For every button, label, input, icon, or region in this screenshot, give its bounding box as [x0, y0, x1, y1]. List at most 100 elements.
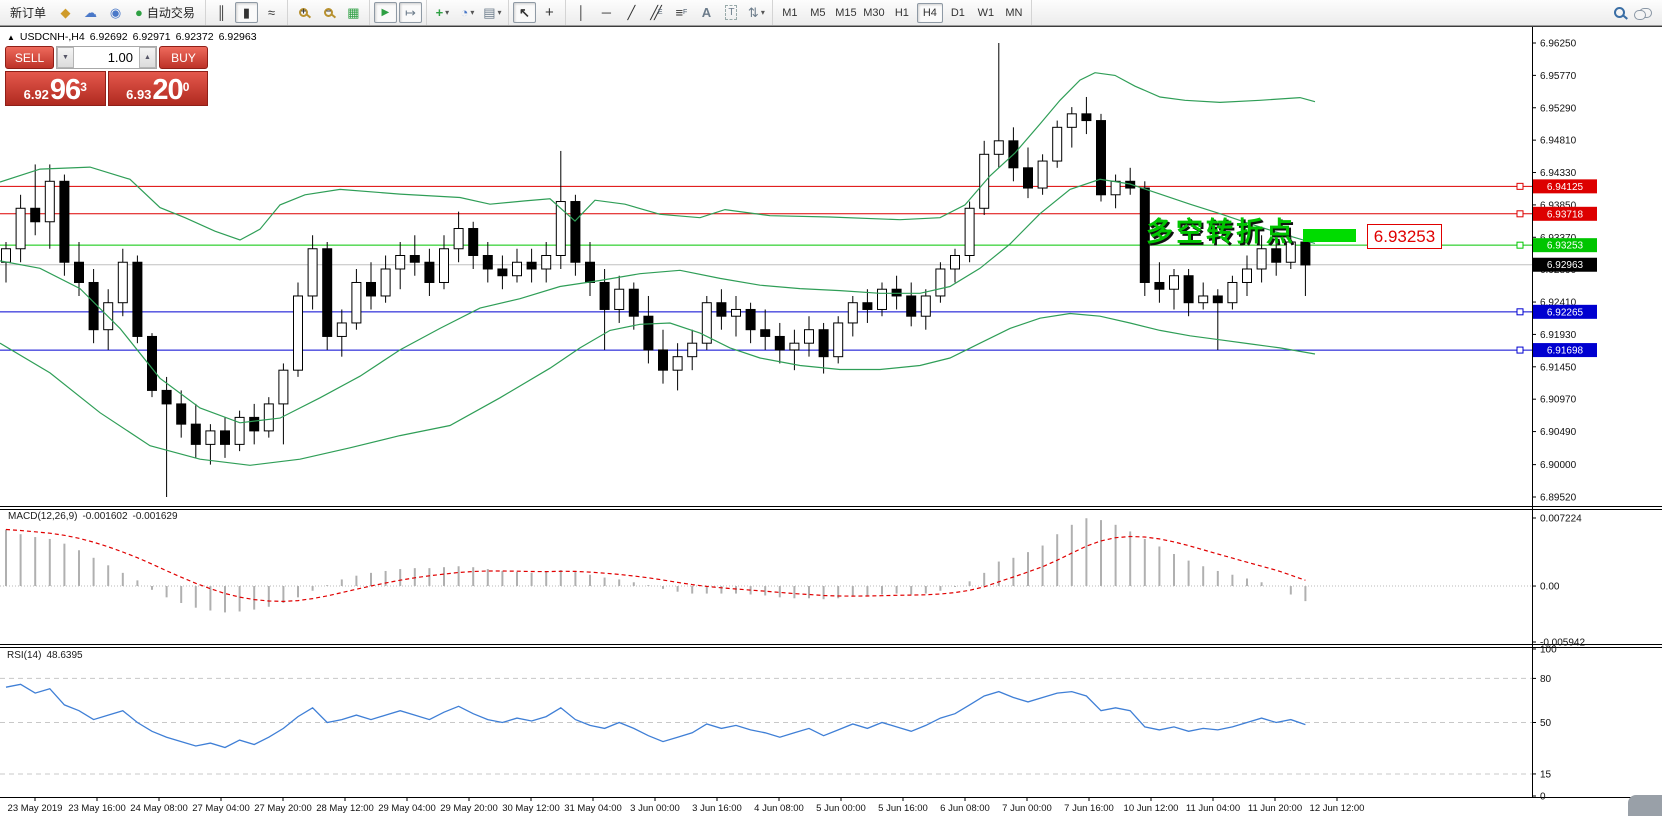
auto-trading-label: 自动交易: [147, 4, 195, 21]
mt4-window: 新订单 ◆ ☁ ◉ ● 自动交易 ║ ▮ ≈ + − ▦ ▶ ↦ +▾ ◔▾: [0, 0, 1662, 816]
toolbar-group-objects: │ ─ ╱ ╱╱E ≡F A T ⇅▾: [566, 0, 773, 25]
timeframe-M1[interactable]: M1: [777, 3, 803, 23]
volume-value[interactable]: 1.00: [74, 47, 139, 68]
ohlc-open: 6.92692: [90, 31, 128, 43]
svg-text:12 Jun 12:00: 12 Jun 12:00: [1310, 803, 1365, 814]
timeframe-D1[interactable]: D1: [945, 3, 971, 23]
trendline-icon[interactable]: ╱: [620, 2, 643, 23]
sell-price-display[interactable]: 6.92 96 3: [5, 71, 106, 106]
svg-text:23 May 2019: 23 May 2019: [8, 803, 63, 814]
tile-windows-icon[interactable]: ▦: [342, 2, 365, 23]
buy-button[interactable]: BUY: [159, 46, 208, 69]
time-axis: 23 May 201923 May 16:0024 May 08:0027 Ma…: [8, 798, 1365, 814]
one-click-trading-panel: SELL ▼ 1.00 ▲ BUY 6.92 96 3 6.93 20 0: [5, 46, 208, 106]
symbol-period: USDCNH-,H4: [20, 31, 85, 43]
zoom-in-icon[interactable]: +: [292, 2, 315, 23]
periods-icon[interactable]: ◔▾: [456, 2, 479, 23]
toolbar-group-scroll: ▶ ↦: [370, 0, 427, 25]
svg-text:3 Jun 16:00: 3 Jun 16:00: [692, 803, 742, 814]
bar-chart-icon[interactable]: ║: [210, 2, 233, 23]
svg-text:28 May 12:00: 28 May 12:00: [316, 803, 374, 814]
toolbar-group-indicators: +▾ ◔▾ ▤▾: [427, 0, 509, 25]
svg-text:31 May 04:00: 31 May 04:00: [564, 803, 622, 814]
volume-stepper: ▼ 1.00 ▲: [56, 46, 157, 69]
svg-text:6.93253: 6.93253: [1547, 241, 1584, 252]
toolbar: 新订单 ◆ ☁ ◉ ● 自动交易 ║ ▮ ≈ + − ▦ ▶ ↦ +▾ ◔▾: [0, 0, 1662, 26]
svg-text:0.007224: 0.007224: [1540, 514, 1582, 525]
svg-text:11 Jun 04:00: 11 Jun 04:00: [1186, 803, 1240, 814]
svg-text:6.90490: 6.90490: [1540, 427, 1577, 438]
svg-text:29 May 04:00: 29 May 04:00: [378, 803, 436, 814]
timeframe-W1[interactable]: W1: [973, 3, 999, 23]
svg-text:6.92963: 6.92963: [1547, 260, 1584, 271]
ohlc-high: 6.92971: [133, 31, 171, 43]
timeframe-M15[interactable]: M15: [833, 3, 859, 23]
zoom-out-icon[interactable]: −: [317, 2, 340, 23]
price-chart[interactable]: 6.962506.957706.952906.948106.943306.938…: [0, 0, 1662, 816]
timeframe-H4[interactable]: H4: [917, 3, 943, 23]
chat-icon[interactable]: [1639, 8, 1652, 18]
svg-text:0: 0: [1540, 792, 1546, 803]
svg-text:6 Jun 08:00: 6 Jun 08:00: [940, 803, 990, 814]
timeframe-H1[interactable]: H1: [889, 3, 915, 23]
channel-icon[interactable]: ╱╱E: [645, 2, 668, 23]
cursor-icon[interactable]: ↖: [513, 2, 536, 23]
fibonacci-icon[interactable]: ≡F: [670, 2, 693, 23]
annotation-price-tag[interactable]: 6.93253: [1367, 224, 1442, 249]
new-order-button[interactable]: 新订单: [4, 2, 52, 23]
label-icon[interactable]: T: [720, 2, 743, 23]
auto-scroll-icon[interactable]: ▶: [374, 2, 397, 23]
window-resize-grip[interactable]: [1628, 795, 1662, 816]
text-icon[interactable]: A: [695, 2, 718, 23]
indicators-icon[interactable]: +▾: [431, 2, 454, 23]
timeframe-MN[interactable]: MN: [1001, 3, 1027, 23]
toolbar-group-chart-type: ║ ▮ ≈: [206, 0, 288, 25]
svg-text:6.94125: 6.94125: [1547, 182, 1584, 193]
sell-button[interactable]: SELL: [5, 46, 54, 69]
horizontal-line-icon[interactable]: ─: [595, 2, 618, 23]
collapse-arrow-icon[interactable]: ▲: [7, 33, 15, 42]
chart-canvas: 6.962506.957706.952906.948106.943306.938…: [0, 0, 1662, 816]
rsi-value: 48.6395: [46, 650, 82, 661]
arrows-icon[interactable]: ⇅▾: [745, 2, 768, 23]
svg-text:6.92265: 6.92265: [1547, 307, 1584, 318]
panel-frame: [0, 27, 1662, 798]
macd-label: MACD(12,26,9) -0.001602 -0.001629: [8, 511, 178, 522]
timeframe-M30[interactable]: M30: [861, 3, 887, 23]
volume-up-button[interactable]: ▲: [139, 47, 156, 68]
vertical-line-icon[interactable]: │: [570, 2, 593, 23]
candlestick-chart-icon[interactable]: ▮: [235, 2, 258, 23]
timeframe-M5[interactable]: M5: [805, 3, 831, 23]
data-window-icon[interactable]: ◉: [104, 2, 127, 23]
svg-text:11 Jun 20:00: 11 Jun 20:00: [1248, 803, 1302, 814]
auto-trading-button[interactable]: ● 自动交易: [129, 2, 201, 23]
svg-text:6.96250: 6.96250: [1540, 39, 1577, 50]
toolbar-group-zoom: + − ▦: [288, 0, 370, 25]
toolbar-group-trade: 新订单 ◆ ☁ ◉ ● 自动交易: [0, 0, 206, 25]
svg-text:50: 50: [1540, 718, 1552, 729]
macd-signal-value: -0.001629: [133, 511, 178, 522]
svg-text:27 May 04:00: 27 May 04:00: [192, 803, 250, 814]
chart-shift-icon[interactable]: ↦: [399, 2, 422, 23]
templates-icon[interactable]: ▤▾: [481, 2, 504, 23]
buy-price-display[interactable]: 6.93 20 0: [108, 71, 209, 106]
funnel-icon[interactable]: ◆: [54, 2, 77, 23]
ohlc-close: 6.92963: [219, 31, 257, 43]
annotation-highlight-rectangle[interactable]: [1303, 229, 1356, 242]
svg-text:6.94330: 6.94330: [1540, 168, 1577, 179]
timeframe-group: M1M5M15M30H1H4D1W1MN: [773, 0, 1032, 25]
svg-text:6.90970: 6.90970: [1540, 395, 1577, 406]
line-chart-icon[interactable]: ≈: [260, 2, 283, 23]
crosshair-icon[interactable]: +: [538, 2, 561, 23]
svg-text:24 May 08:00: 24 May 08:00: [130, 803, 188, 814]
search-icon[interactable]: [1614, 7, 1625, 18]
market-watch-icon[interactable]: ☁: [79, 2, 102, 23]
annotation-text[interactable]: 多空转折点: [1146, 210, 1296, 249]
ohlc-low: 6.92372: [176, 31, 214, 43]
svg-text:6.91698: 6.91698: [1547, 346, 1584, 357]
svg-text:5 Jun 16:00: 5 Jun 16:00: [878, 803, 928, 814]
volume-down-button[interactable]: ▼: [57, 47, 74, 68]
svg-text:27 May 20:00: 27 May 20:00: [254, 803, 312, 814]
chart-header: ▲ USDCNH-,H4 6.92692 6.92971 6.92372 6.9…: [7, 31, 257, 43]
svg-text:10 Jun 12:00: 10 Jun 12:00: [1124, 803, 1179, 814]
